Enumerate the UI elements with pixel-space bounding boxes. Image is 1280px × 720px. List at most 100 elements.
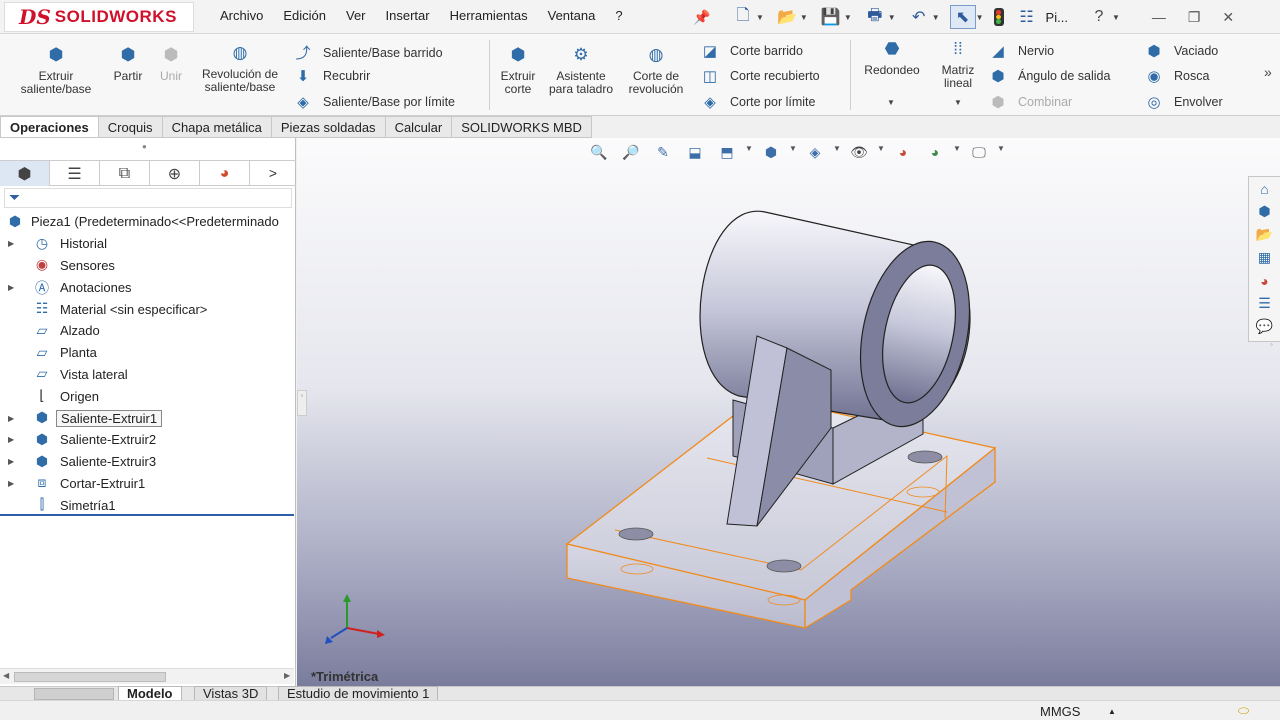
tree-item-planta[interactable]: ▱ Planta [0, 342, 294, 364]
tree-item-vista-lateral[interactable]: ▱ Vista lateral [0, 364, 294, 386]
tab-estudio-movimiento[interactable]: Estudio de movimiento 1 [278, 686, 439, 701]
restore-window-icon[interactable]: ❐ [1188, 9, 1201, 26]
corte-limite-button[interactable]: ◈ Corte por límite [700, 93, 815, 111]
home-icon[interactable]: ⌂ [1260, 177, 1268, 200]
open-folder-icon[interactable]: 📂 [774, 5, 800, 29]
tree-item-alzado[interactable]: ▱ Alzado [0, 320, 294, 342]
undo-icon[interactable]: ↶ [906, 5, 932, 29]
solidworks-logo[interactable]: DS SOLIDWORKS [4, 2, 194, 32]
tree-item-simetria1[interactable]: ⫿ Simetría1 [0, 494, 294, 516]
corte-barrido-button[interactable]: ◪ Corte barrido [700, 42, 803, 60]
tree-item-historial[interactable]: ▶ ◷ Historial [0, 233, 294, 255]
pin-icon[interactable]: 📌 [693, 9, 710, 26]
expand-icon[interactable]: ▶ [8, 283, 14, 292]
mounting-hole[interactable] [766, 559, 802, 573]
chevron-down-icon[interactable]: ▼ [976, 13, 984, 22]
matriz-lineal-button[interactable]: ⁞⁞ Matriz lineal [934, 40, 982, 90]
panel-grip-icon[interactable]: ● [142, 142, 147, 151]
custom-properties-icon[interactable]: ☰ [1258, 292, 1271, 315]
tree-item-origen[interactable]: ⌊ Origen [0, 385, 294, 407]
rosca-button[interactable]: ◉ Rosca [1144, 67, 1209, 85]
mounting-hole[interactable] [618, 527, 654, 541]
menu-ayuda[interactable]: ? [615, 8, 622, 23]
menu-insertar[interactable]: Insertar [386, 8, 430, 23]
units-selector[interactable]: MMGS [1040, 704, 1080, 719]
saliente-barrido-button[interactable]: ⤴ Saliente/Base barrido [293, 42, 442, 63]
corte-recubierto-button[interactable]: ◫ Corte recubierto [700, 67, 820, 85]
scroll-right-icon[interactable]: ▶ [284, 671, 290, 680]
chevron-down-icon[interactable]: ▼ [932, 13, 940, 22]
envolver-button[interactable]: ◎ Envolver [1144, 93, 1222, 111]
chevron-down-icon[interactable]: ▼ [888, 13, 896, 22]
menu-ver[interactable]: Ver [346, 8, 366, 23]
tab-chapa-metalica[interactable]: Chapa metálica [162, 116, 272, 138]
rollback-bar[interactable] [0, 514, 294, 516]
extruir-corte-button[interactable]: ⬢ Extruir corte [494, 46, 542, 96]
menu-archivo[interactable]: Archivo [220, 8, 263, 23]
print-icon[interactable]: 🖶 [862, 5, 888, 29]
graphics-area[interactable]: ◦ 🔍 🔎 ✎ ⬓ ⬒ ▼ ⬢ ▼ ◈ ▼ 👁 ▼ ◕ ◕ ▼ 🖵 ▼ ⇤ ⇥ … [297, 138, 1280, 686]
chevron-right-icon[interactable]: > [250, 161, 296, 185]
corte-revolucion-button[interactable]: ◍ Corte de revolución [618, 46, 694, 96]
redondeo-button[interactable]: ⬣ Redondeo [856, 40, 928, 77]
view-palette-icon[interactable]: ▦ [1258, 246, 1271, 269]
vaciado-button[interactable]: ⬢ Vaciado [1144, 42, 1218, 60]
part-model-3d[interactable] [297, 138, 1280, 686]
partir-button[interactable]: ⬢ Partir [108, 46, 148, 83]
chevron-down-icon[interactable]: ▼ [887, 98, 895, 107]
tab-calcular[interactable]: Calcular [385, 116, 453, 138]
tree-item-anotaciones[interactable]: ▶ Ⓐ Anotaciones [0, 276, 294, 298]
scroll-left-icon[interactable]: ◀ [3, 671, 9, 680]
tab-navigation-arrows[interactable] [34, 688, 114, 700]
display-manager-tab-icon[interactable]: ◕ [200, 161, 250, 186]
tab-operaciones[interactable]: Operaciones [0, 116, 99, 138]
tree-item-saliente-extruir1[interactable]: ▶ ⬢ Saliente-Extruir1 [0, 407, 294, 429]
minimize-window-icon[interactable]: — [1152, 9, 1166, 25]
chevron-down-icon[interactable]: ▼ [756, 13, 764, 22]
angulo-salida-button[interactable]: ⬢ Ángulo de salida [988, 67, 1110, 85]
menu-edicion[interactable]: Edición [283, 8, 326, 23]
tree-item-material[interactable]: ☷ Material <sin especificar> [0, 298, 294, 320]
tab-vistas-3d[interactable]: Vistas 3D [194, 686, 268, 701]
chevron-down-icon[interactable]: ▼ [800, 13, 808, 22]
tab-croquis[interactable]: Croquis [98, 116, 163, 138]
forum-icon[interactable]: 💬 [1256, 315, 1273, 338]
revolucion-button[interactable]: ◍ Revolución de saliente/base [196, 44, 284, 94]
select-pointer-icon[interactable]: ⬉ [949, 5, 976, 29]
help-icon[interactable]: ? [1086, 5, 1112, 29]
save-icon[interactable]: 💾 [818, 5, 844, 29]
chevron-right-icon[interactable]: » [1264, 64, 1272, 80]
design-library-icon[interactable]: ⬢ [1258, 200, 1270, 223]
dimxpert-tab-icon[interactable]: ⊕ [150, 161, 200, 186]
new-document-icon[interactable]: 🗋 [730, 5, 756, 29]
close-window-icon[interactable]: ✕ [1222, 9, 1234, 26]
mounting-hole[interactable] [907, 450, 943, 464]
expand-icon[interactable]: ▶ [8, 457, 14, 466]
horizontal-scrollbar[interactable]: ◀ ▶ [0, 668, 294, 684]
saliente-limite-button[interactable]: ◈ Saliente/Base por límite [293, 93, 455, 111]
combinar-button[interactable]: ⬢ Combinar [988, 93, 1072, 111]
unir-button[interactable]: ⬢ Unir [154, 46, 188, 83]
asistente-taladro-button[interactable]: ⚙ Asistente para taladro [548, 46, 614, 96]
tree-item-cortar-extruir1[interactable]: ▶ ⧈ Cortar-Extruir1 [0, 473, 294, 495]
menu-ventana[interactable]: Ventana [548, 8, 596, 23]
chevron-down-icon[interactable]: ▼ [1112, 13, 1120, 22]
task-pane-grip-icon[interactable]: ◦ [1270, 340, 1280, 354]
tab-piezas-soldadas[interactable]: Piezas soldadas [271, 116, 386, 138]
scrollbar-thumb[interactable] [14, 672, 166, 682]
expand-icon[interactable]: ▶ [8, 239, 14, 248]
recubrir-button[interactable]: ⬇ Recubrir [293, 67, 371, 85]
options-icon[interactable]: ☷ [1014, 5, 1040, 29]
expand-icon[interactable]: ▶ [8, 414, 14, 423]
tree-item-saliente-extruir3[interactable]: ▶ ⬢ Saliente-Extruir3 [0, 451, 294, 473]
configurationmanager-tab-icon[interactable]: ⧉ [100, 161, 150, 186]
nervio-button[interactable]: ◢ Nervio [988, 42, 1054, 60]
file-explorer-icon[interactable]: 📂 [1256, 223, 1273, 246]
chevron-down-icon[interactable]: ▼ [844, 13, 852, 22]
propertymanager-tab-icon[interactable]: ☰ [50, 161, 100, 186]
tree-item-saliente-extruir2[interactable]: ▶ ⬢ Saliente-Extruir2 [0, 429, 294, 451]
chevron-up-icon[interactable]: ▲ [1108, 707, 1116, 716]
rebuild-status-icon[interactable]: ⬭ [1238, 703, 1249, 719]
extruir-saliente-button[interactable]: ⬢ Extruir saliente/base [10, 46, 102, 96]
tree-root-part[interactable]: ⬢ Pieza1 (Predeterminado<<Predeterminado [0, 211, 294, 233]
